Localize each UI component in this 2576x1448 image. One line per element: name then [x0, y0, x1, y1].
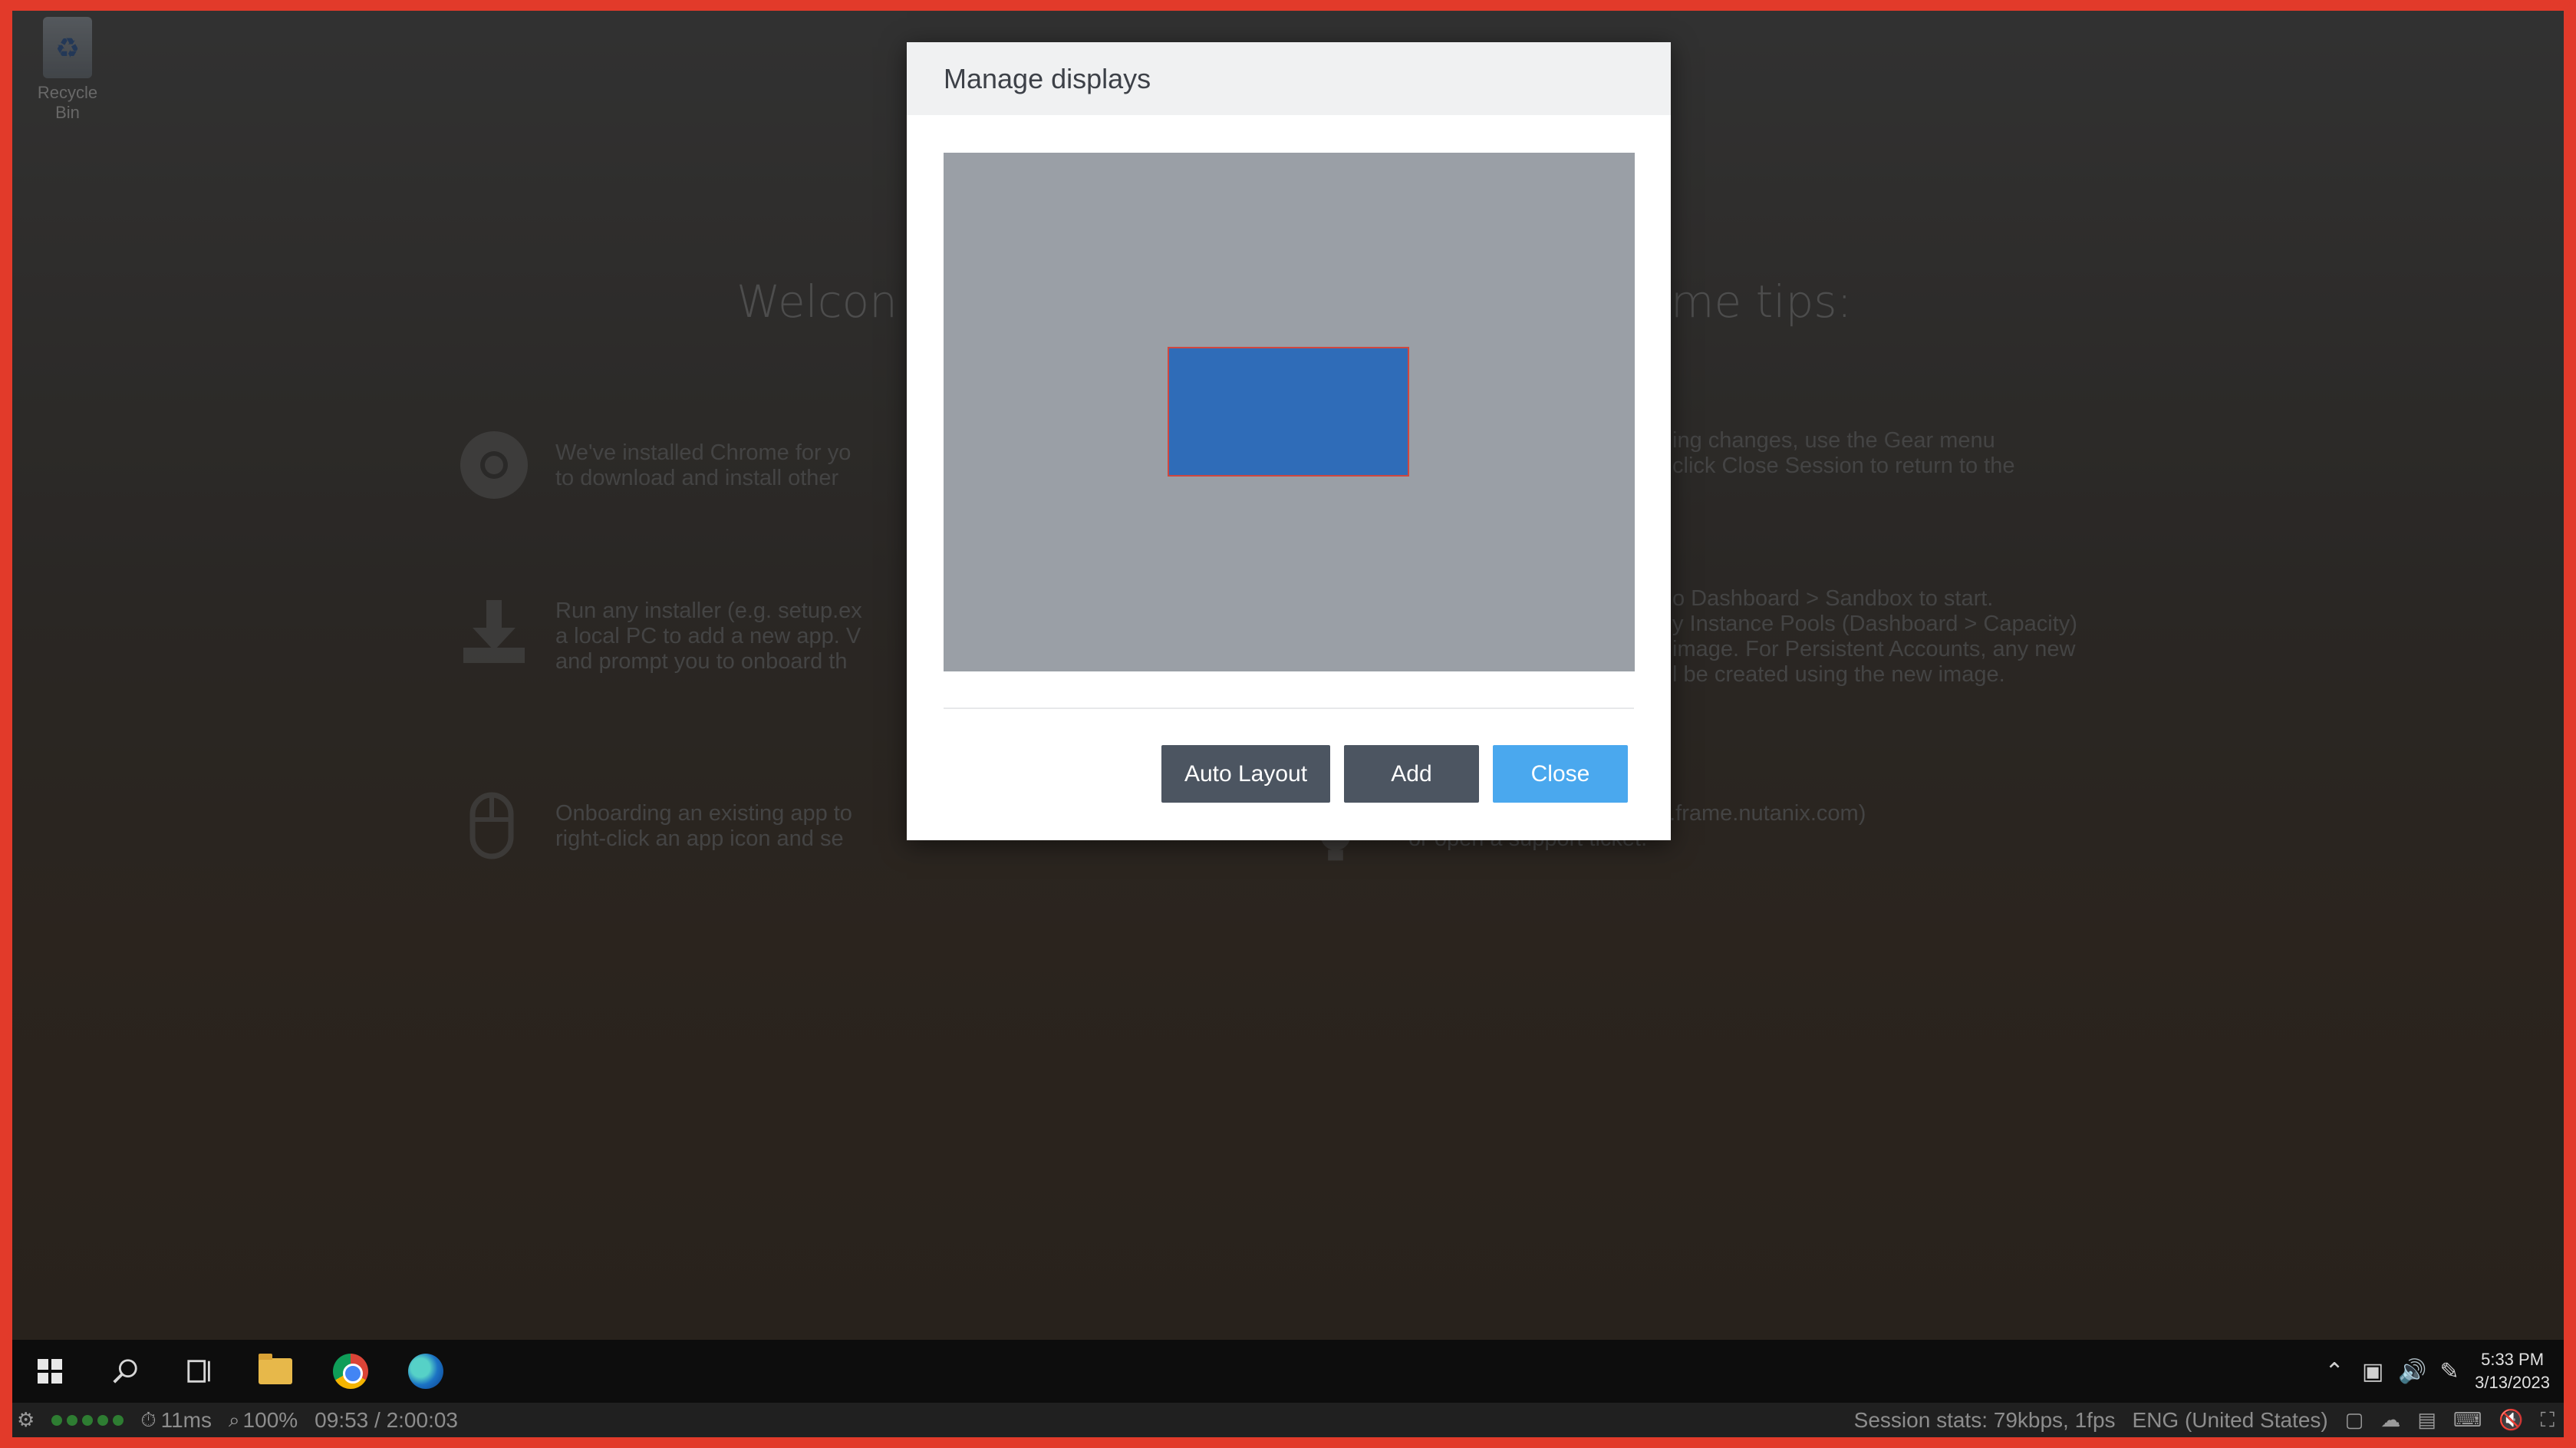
mute-icon[interactable]: 🔇 [2499, 1408, 2523, 1432]
clock-time: 5:33 PM [2481, 1350, 2545, 1369]
search-icon[interactable] [87, 1340, 163, 1403]
pen-icon[interactable]: ✎ [2436, 1358, 2462, 1385]
zoom-value: 100% [242, 1407, 298, 1432]
gear-icon[interactable]: ⚙ [17, 1408, 35, 1432]
dialog-title: Manage displays [944, 62, 1151, 94]
dialog-header: Manage displays [907, 42, 1671, 115]
manage-displays-dialog: Manage displays Auto Layout Add Close [907, 42, 1671, 840]
dialog-actions: Auto Layout Add Close [1161, 745, 1628, 803]
file-explorer-icon[interactable] [238, 1340, 313, 1403]
windows-start-icon[interactable] [12, 1340, 87, 1403]
chevron-up-icon[interactable]: ⌃ [2321, 1358, 2347, 1385]
cloud-upload-icon[interactable]: ☁ [2380, 1408, 2400, 1432]
auto-layout-button[interactable]: Auto Layout [1161, 745, 1330, 803]
clock-date: 3/13/2023 [2475, 1373, 2550, 1392]
latency: ⏱ 11ms [140, 1408, 212, 1433]
chrome-icon[interactable] [313, 1340, 388, 1403]
zoom[interactable]: ⌕ 100% [229, 1408, 298, 1433]
session-stats: Session stats: 79kbps, 1fps [1853, 1407, 2116, 1432]
add-display-button[interactable]: Add [1344, 745, 1479, 803]
dialog-divider [944, 708, 1634, 709]
task-view-icon[interactable] [163, 1340, 238, 1403]
fullscreen-icon[interactable]: ⛶ [2541, 1408, 2555, 1433]
connection-quality-indicator [51, 1414, 124, 1426]
network-icon[interactable]: ▣ [2360, 1358, 2386, 1385]
clipboard-icon[interactable]: ▤ [2417, 1408, 2436, 1432]
zoom-icon: ⌕ [228, 1407, 240, 1431]
camera-icon[interactable]: ▢ [2345, 1408, 2364, 1432]
session-timer: 09:53 / 2:00:03 [315, 1407, 458, 1432]
clock[interactable]: 5:33 PM 3/13/2023 [2475, 1348, 2550, 1394]
close-button[interactable]: Close [1493, 745, 1628, 803]
status-bar-right: Session stats: 79kbps, 1fps ENG (United … [1854, 1408, 2564, 1433]
display-layout-canvas[interactable] [944, 153, 1635, 671]
language-indicator[interactable]: ENG (United States) [2133, 1408, 2328, 1433]
session-status-bar: ⚙ ⏱ 11ms ⌕ 100% 09:53 / 2:00:03 Session … [12, 1403, 2564, 1437]
volume-icon[interactable]: 🔊 [2398, 1358, 2426, 1385]
keyboard-icon[interactable]: ⌨ [2453, 1408, 2482, 1432]
latency-value: 11ms [160, 1407, 212, 1432]
display-1[interactable] [1168, 347, 1409, 477]
system-tray: ⌃ ▣ 🔊 ✎ 5:33 PM 3/13/2023 [2321, 1348, 2564, 1394]
edge-icon[interactable] [388, 1340, 463, 1403]
taskbar: ⌃ ▣ 🔊 ✎ 5:33 PM 3/13/2023 [12, 1340, 2564, 1403]
timer-icon: ⏱ [140, 1407, 156, 1431]
